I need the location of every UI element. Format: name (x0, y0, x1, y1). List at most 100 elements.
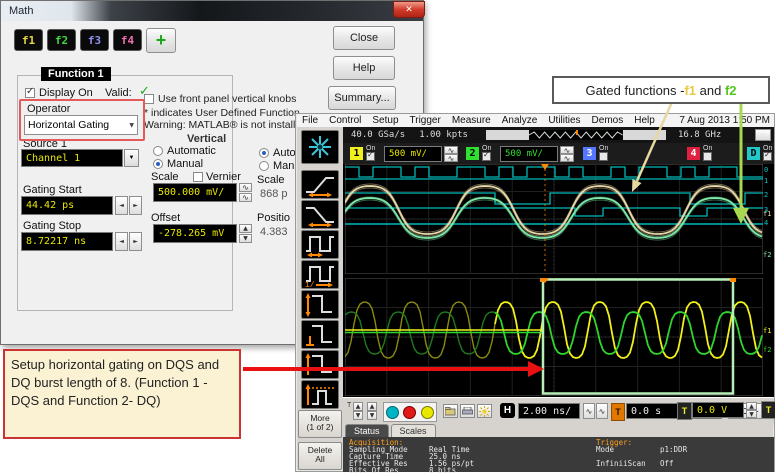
vertical-automatic-radio[interactable] (153, 146, 163, 156)
menu-file[interactable]: File (302, 115, 318, 126)
summary-button[interactable]: Summary... (328, 86, 396, 110)
channel2-scale-down[interactable] (560, 154, 574, 162)
marker2-up[interactable] (367, 402, 377, 411)
source1-dropdown-arrow[interactable]: ▼ (124, 149, 139, 167)
horizontal-scrollbar[interactable] (486, 130, 666, 140)
channel2-on-checkbox[interactable] (482, 152, 491, 161)
channel3-on-checkbox[interactable] (599, 152, 608, 161)
channel1-on-checkbox[interactable] (366, 152, 375, 161)
vernier-checkbox[interactable] (193, 172, 203, 182)
print-button[interactable] (460, 404, 475, 418)
amplitude-icon (304, 292, 336, 318)
overshoot-button[interactable] (301, 380, 339, 409)
vertical-scale-field[interactable]: 500.000 mV/ (153, 183, 237, 202)
trigger-level-field[interactable]: 0.0 V (692, 402, 744, 418)
tab-f1[interactable]: f1 (14, 29, 43, 51)
close-button[interactable]: Close (333, 26, 395, 50)
timebase-value: 2.00 ns/ (523, 406, 571, 417)
menu-help[interactable]: Help (634, 115, 655, 126)
timebase-fine1[interactable] (583, 403, 595, 419)
rise-time-button[interactable] (301, 170, 339, 199)
close-window-icon[interactable] (393, 1, 425, 18)
menu-demos[interactable]: Demos (592, 115, 624, 126)
channel4-button[interactable]: 4 (687, 147, 700, 160)
channel2-button[interactable]: 2 (466, 147, 479, 160)
cyan-marker-button[interactable] (386, 406, 399, 419)
source1-dropdown[interactable]: Channel 1 (21, 149, 123, 167)
timebase-fine2[interactable] (596, 403, 608, 419)
tab-f4[interactable]: f4 (113, 29, 142, 51)
pulse-width-button[interactable] (301, 230, 339, 259)
digital-button[interactable]: D (747, 147, 760, 160)
add-function-button[interactable]: + (146, 28, 176, 53)
trigger-block: Trigger: Modep1:DDR InfiniiScanOff (596, 439, 687, 467)
v-base-button[interactable] (301, 320, 339, 349)
channel1-button[interactable]: 1 (350, 147, 363, 160)
math-dialog-titlebar[interactable]: Math (1, 1, 423, 21)
channel2-scale: 500 mV/ (505, 149, 543, 159)
v-top-button[interactable] (301, 350, 339, 379)
waveform-display[interactable]: 0 1 2 3 4 f1 f2 f1 f2 (343, 164, 774, 397)
delete-all-button[interactable]: Delete All (298, 442, 342, 470)
horizontal-menu-button[interactable]: H (500, 403, 515, 418)
gating-start-field[interactable]: 44.42 ps (21, 196, 113, 215)
red-marker-button[interactable] (403, 406, 416, 419)
menu-measure[interactable]: Measure (452, 115, 491, 126)
tab-status[interactable]: Status (345, 424, 389, 437)
digital-on-checkbox[interactable] (763, 152, 772, 161)
brightness-button[interactable] (477, 404, 492, 418)
scale-fine-spinner[interactable] (239, 193, 252, 202)
marker2-down[interactable] (367, 411, 377, 420)
tab-f2[interactable]: f2 (47, 29, 76, 51)
marker-down[interactable] (353, 411, 363, 420)
trigger-level-up[interactable] (746, 402, 757, 410)
vertical-manual-radio[interactable] (153, 159, 163, 169)
tab-f3[interactable]: f3 (80, 29, 109, 51)
horizontal-auto-radio[interactable] (259, 148, 269, 158)
tab-scales[interactable]: Scales (391, 424, 436, 437)
trigger-level-down[interactable] (746, 410, 757, 418)
period-button[interactable]: 1/ (301, 260, 339, 289)
digital-label-4: 4 (764, 220, 768, 227)
gating-start-increment[interactable] (129, 196, 142, 215)
marker-up[interactable] (353, 402, 363, 411)
period-icon: 1/ (304, 263, 336, 287)
scope-menubar: File Control Setup Trigger Measure Analy… (297, 114, 774, 127)
gating-stop-decrement[interactable] (115, 232, 128, 251)
channel4-on-checkbox[interactable] (703, 152, 712, 161)
menu-utilities[interactable]: Utilities (548, 115, 580, 126)
channel1-scale-field[interactable]: 500 mV/ (384, 146, 442, 162)
yellow-marker-button[interactable] (421, 406, 434, 419)
horizontal-man-radio[interactable] (259, 161, 269, 171)
gating-stop-increment[interactable] (129, 232, 142, 251)
menu-setup[interactable]: Setup (372, 115, 398, 126)
channel2-scale-field[interactable]: 500 mV/ (500, 146, 558, 162)
channel1-scale-down[interactable] (444, 154, 458, 162)
bandwidth: 16.8 GHz (678, 130, 721, 140)
screenshot-button[interactable] (443, 404, 458, 418)
offset-field[interactable]: -278.265 mV (153, 224, 237, 243)
minimize-button[interactable]: – (755, 129, 771, 141)
menu-analyze[interactable]: Analyze (502, 115, 538, 126)
menu-trigger[interactable]: Trigger (410, 115, 441, 126)
offset-down-spinner[interactable] (239, 234, 252, 243)
gating-start-decrement[interactable] (115, 196, 128, 215)
fall-time-button[interactable] (301, 200, 339, 229)
front-panel-knobs-checkbox[interactable] (144, 94, 154, 104)
more-button[interactable]: More (1 of 2) (298, 410, 342, 438)
trigger-t-chip[interactable]: T (677, 402, 692, 420)
clear-display-button[interactable] (301, 130, 339, 164)
offset-up-spinner[interactable] (239, 224, 252, 233)
gated-callout-f2: f2 (725, 83, 737, 98)
upper-graticule (345, 164, 763, 274)
menu-control[interactable]: Control (329, 115, 361, 126)
scale-coarse-spinner[interactable] (239, 183, 252, 192)
trig-row-value: Off (660, 460, 674, 467)
amplitude-button[interactable] (301, 290, 339, 319)
display-on-checkbox[interactable] (25, 88, 35, 98)
timebase-field[interactable]: 2.00 ns/ (518, 403, 580, 419)
gating-stop-field[interactable]: 8.72217 ns (21, 232, 113, 251)
trigger-ref-button[interactable]: T (611, 403, 625, 421)
channel3-button[interactable]: 3 (583, 147, 596, 160)
help-button[interactable]: Help (333, 56, 395, 80)
